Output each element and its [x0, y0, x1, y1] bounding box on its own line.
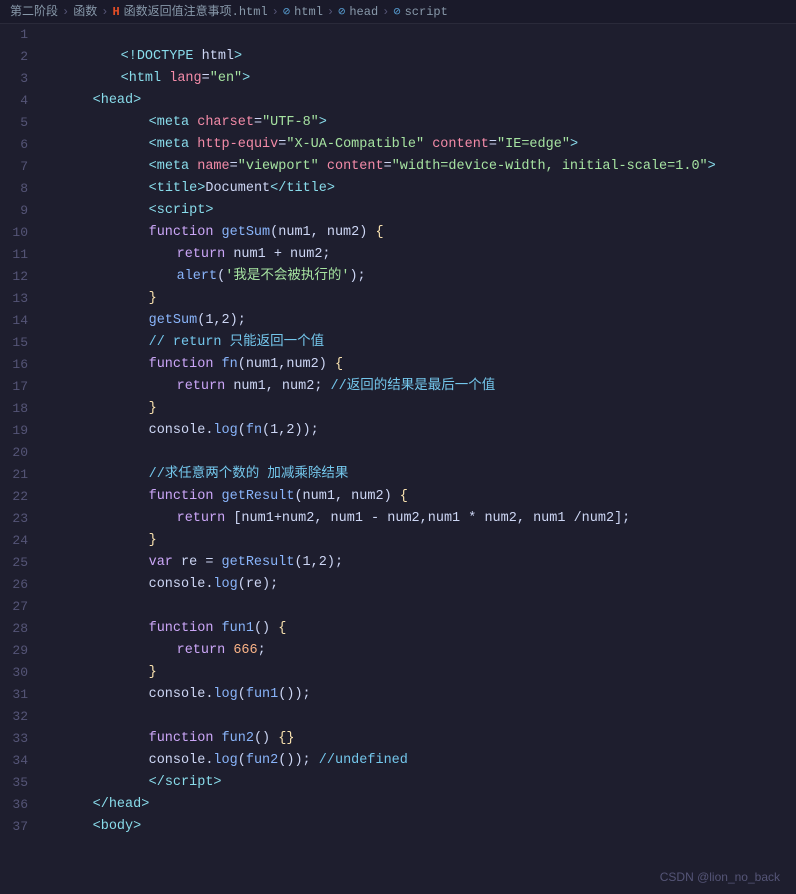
line-num-35: 35 [8, 772, 28, 794]
breadcrumb-sep-3: › [272, 3, 279, 21]
line-num-36: 36 [8, 794, 28, 816]
breadcrumb-head-tag-icon: ⊘ [338, 3, 345, 21]
editor-area: 1 2 3 4 5 6 7 8 9 10 11 12 13 14 15 16 1… [0, 24, 796, 894]
breadcrumb-html-tag-icon: ⊘ [283, 3, 290, 21]
breadcrumb-sep-1: › [62, 3, 69, 21]
line-num-24: 24 [8, 530, 28, 552]
code-line-20: //求任意两个数的 加减乘除结果 [44, 442, 796, 464]
line-num-37: 37 [8, 816, 28, 838]
code-line-13: getSum(1,2); [44, 288, 796, 310]
line-num-5: 5 [8, 112, 28, 134]
line-num-20: 20 [8, 442, 28, 464]
breadcrumb-head: head [349, 3, 378, 21]
line-num-6: 6 [8, 134, 28, 156]
line-num-22: 22 [8, 486, 28, 508]
line-num-7: 7 [8, 156, 28, 178]
line-num-30: 30 [8, 662, 28, 684]
code-line-36: <body> [44, 794, 796, 816]
code-line-1: <!DOCTYPE html> [44, 24, 796, 46]
line-num-21: 21 [8, 464, 28, 486]
code-content: <!DOCTYPE html> <html lang="en"> <head> … [40, 24, 796, 894]
line-num-11: 11 [8, 244, 28, 266]
line-num-25: 25 [8, 552, 28, 574]
line-numbers: 1 2 3 4 5 6 7 8 9 10 11 12 13 14 15 16 1… [0, 24, 40, 894]
line-num-27: 27 [8, 596, 28, 618]
line-num-33: 33 [8, 728, 28, 750]
line-num-1: 1 [8, 24, 28, 46]
breadcrumb-stage: 第二阶段 [10, 3, 58, 21]
line-num-23: 23 [8, 508, 28, 530]
line-num-34: 34 [8, 750, 28, 772]
breadcrumb-sep-2: › [101, 3, 108, 21]
breadcrumb-sep-4: › [327, 3, 334, 21]
line-num-14: 14 [8, 310, 28, 332]
code-line-27: function fun1() { [44, 596, 796, 618]
code-line-24: var re = getResult(1,2); [44, 530, 796, 552]
line-num-29: 29 [8, 640, 28, 662]
line-num-9: 9 [8, 200, 28, 222]
line-num-19: 19 [8, 420, 28, 442]
line-num-12: 12 [8, 266, 28, 288]
line-num-8: 8 [8, 178, 28, 200]
breadcrumb-script-tag-icon: ⊘ [393, 3, 400, 21]
code-line-4: <meta charset="UTF-8"> [44, 90, 796, 112]
html-file-icon: H [112, 3, 119, 21]
line-num-26: 26 [8, 574, 28, 596]
breadcrumb-filename: 函数返回值注意事项.html [124, 3, 268, 21]
line-num-3: 3 [8, 68, 28, 90]
breadcrumb-html: html [294, 3, 323, 21]
line-num-31: 31 [8, 684, 28, 706]
line-num-28: 28 [8, 618, 28, 640]
breadcrumb-script: script [405, 3, 448, 21]
breadcrumb-functions: 函数 [73, 3, 97, 21]
line-num-13: 13 [8, 288, 28, 310]
line-num-17: 17 [8, 376, 28, 398]
breadcrumb-sep-5: › [382, 3, 389, 21]
code-line-37 [44, 816, 796, 838]
code-line-32: function fun2() {} [44, 706, 796, 728]
line-num-10: 10 [8, 222, 28, 244]
code-line-18: console.log(fn(1,2)); [44, 398, 796, 420]
code-line-30: console.log(fun1()); [44, 662, 796, 684]
line-num-4: 4 [8, 90, 28, 112]
line-num-16: 16 [8, 354, 28, 376]
watermark: CSDN @lion_no_back [660, 868, 780, 886]
line-num-18: 18 [8, 398, 28, 420]
breadcrumb: 第二阶段 › 函数 › H 函数返回值注意事项.html › ⊘ html › … [0, 0, 796, 24]
line-num-15: 15 [8, 332, 28, 354]
line-num-2: 2 [8, 46, 28, 68]
line-num-32: 32 [8, 706, 28, 728]
